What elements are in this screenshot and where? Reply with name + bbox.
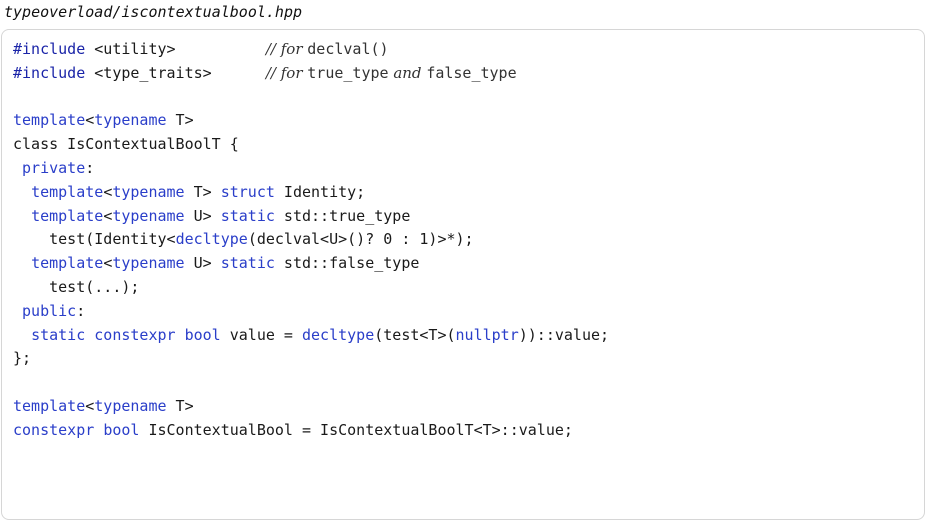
code-line: constexpr bool IsContextualBool = IsCont… (13, 419, 609, 443)
keyword-token: template (31, 206, 104, 225)
code-text: (declval<U>()? 0 : 1)>*); (247, 230, 474, 249)
file-name-caption: typeoverload/iscontextualbool.hpp (4, 3, 303, 21)
code-text: test(...); (13, 277, 140, 296)
code-line: class IsContextualBoolT { (13, 133, 609, 157)
code-text: IsContextualBool = IsContextualBoolT<T>:… (139, 420, 573, 439)
code-line: static constexpr bool value = decltype(t… (13, 324, 609, 348)
keyword-token: template (13, 111, 86, 130)
keyword-token: decltype (302, 325, 375, 344)
keyword-token: template (13, 396, 86, 415)
keyword-token: nullptr (455, 325, 519, 344)
keyword-token: private (22, 158, 86, 177)
keyword-token: typename (94, 396, 167, 415)
code-text: std::true_type (274, 206, 411, 225)
code-text: : (85, 158, 95, 177)
code-line: }; (13, 347, 609, 371)
code-line: template<typename U> static std::true_ty… (13, 205, 609, 229)
keyword-token: constexpr (13, 420, 95, 439)
keyword-token: typename (112, 254, 185, 273)
code-line: #include <utility> // for declval() (13, 38, 609, 62)
code-line: template<typename T> (13, 109, 609, 133)
code-text: Identity; (274, 182, 366, 201)
comment-text: // for (265, 63, 308, 82)
comment-text: // for (265, 40, 308, 58)
code-listing-box: #include <utility> // for declval() #incl… (1, 29, 925, 520)
keyword-token: template (31, 254, 104, 273)
code-text: < (103, 206, 113, 225)
comment-code-text: false_type (426, 63, 517, 82)
keyword-token: public (22, 301, 77, 320)
code-text: < (103, 254, 113, 273)
code-text: U> (184, 206, 221, 225)
keyword-token: static (31, 325, 86, 344)
code-text: : (76, 301, 86, 320)
keyword-token: decltype (175, 230, 248, 249)
code-text: test(Identity< (13, 230, 176, 249)
keyword-token: static (220, 206, 275, 225)
keyword-token: typename (112, 206, 185, 225)
preprocessor-token: #include (13, 63, 86, 82)
code-listing: #include <utility> // for declval() #incl… (13, 38, 609, 443)
comment-code-text: declval() (307, 40, 389, 58)
code-line: template<typename U> static std::false_t… (13, 252, 609, 276)
keyword-token: static (220, 254, 275, 273)
preprocessor-token: #include (13, 40, 86, 58)
code-text: < (85, 111, 95, 130)
code-text: ))::value; (518, 325, 610, 344)
code-text: U> (184, 254, 221, 273)
code-text: T> (166, 111, 194, 130)
code-line: public: (13, 300, 609, 324)
code-text: T> (166, 396, 194, 415)
code-line: template<typename T> struct Identity; (13, 181, 609, 205)
code-line: template<typename T> (13, 395, 609, 419)
code-text: <type_traits> (85, 63, 266, 82)
keyword-token: bool (184, 325, 221, 344)
code-text: value = (220, 325, 302, 344)
code-text: < (103, 182, 113, 201)
code-line: private: (13, 157, 609, 181)
comment-code-text: true_type (307, 63, 389, 82)
keyword-token: typename (112, 182, 185, 201)
keyword-token: bool (103, 420, 140, 439)
keyword-token: template (31, 182, 104, 201)
code-text: (test<T>( (374, 325, 456, 344)
code-line: #include <type_traits> // for true_type … (13, 62, 609, 86)
code-text: <utility> (85, 40, 266, 58)
code-text: T> (184, 182, 221, 201)
keyword-token: struct (220, 182, 275, 201)
code-text: std::false_type (274, 254, 420, 273)
keyword-token: typename (94, 111, 167, 130)
code-text: class IsContextualBoolT { (13, 135, 239, 154)
code-text: < (85, 396, 95, 415)
comment-text: and (388, 63, 427, 82)
code-line: test(Identity<decltype(declval<U>()? 0 :… (13, 228, 609, 252)
keyword-token: constexpr (94, 325, 176, 344)
code-line: test(...); (13, 276, 609, 300)
code-text: }; (13, 349, 32, 368)
